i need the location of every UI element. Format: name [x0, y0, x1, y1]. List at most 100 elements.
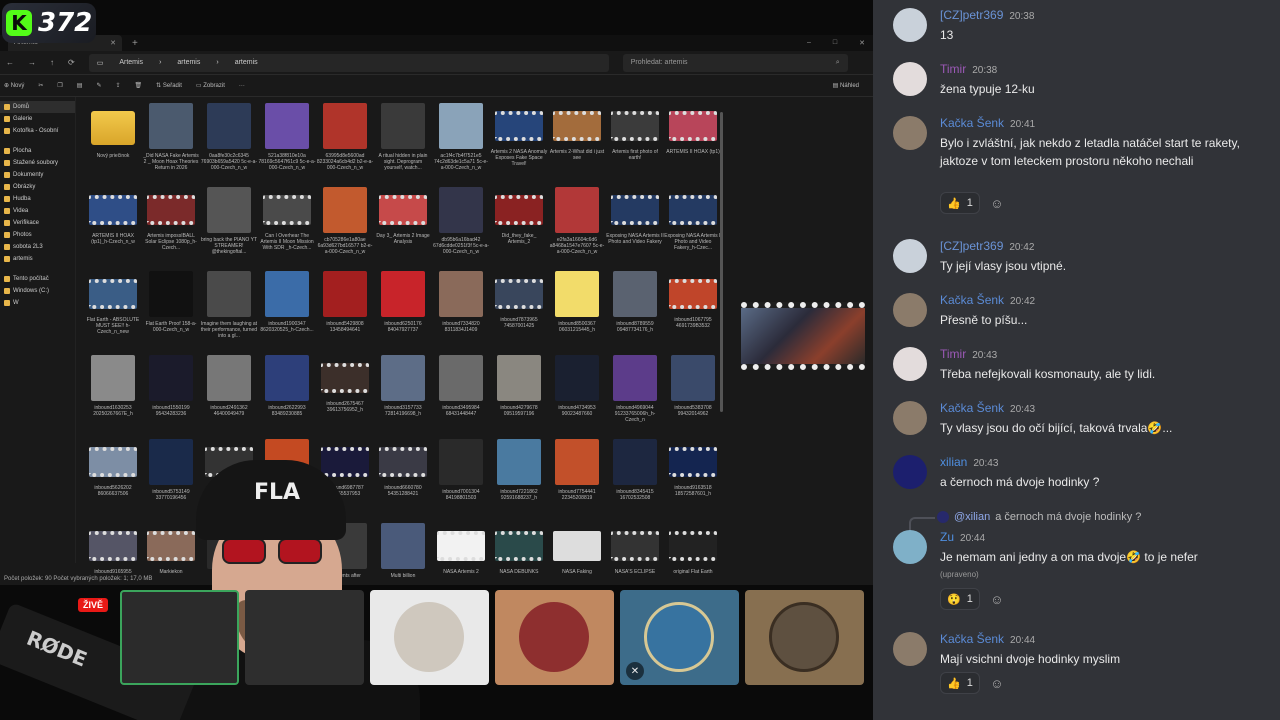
file-item[interactable]: inbound1067795 4691739B3532	[664, 271, 722, 355]
file-item[interactable]: inbound2622993 83489230885	[258, 355, 316, 439]
reaction-pill[interactable]: 👍 1	[940, 192, 980, 214]
copy-icon[interactable]: ❐	[57, 82, 62, 89]
file-item[interactable]: Artemis 2-What did i just see	[548, 103, 606, 187]
file-item[interactable]: inbound1630253 20250267667E_h	[84, 355, 142, 439]
nav-item[interactable]: Plocha	[0, 145, 75, 157]
nav-item[interactable]: W	[0, 297, 75, 309]
avatar[interactable]	[893, 347, 927, 381]
nav-item[interactable]: Hudba	[0, 193, 75, 205]
new-button[interactable]: ⊕ Nový	[4, 82, 24, 89]
reaction-pill[interactable]: 👍 1	[940, 672, 980, 694]
view-button[interactable]: ▭ Zobrazit	[196, 82, 225, 89]
reaction-pill[interactable]: 😲 1	[940, 588, 980, 610]
add-reaction-icon[interactable]: ☺	[986, 588, 1008, 610]
avatar[interactable]	[893, 116, 927, 150]
file-item[interactable]: inbound2491362 46400049479	[200, 355, 258, 439]
nav-item[interactable]: Videa	[0, 205, 75, 217]
reply-preview[interactable]: @xilian a černoch má dvoje hodinky ?	[909, 511, 1141, 531]
file-item[interactable]: inbound4279678 09519597196	[490, 355, 548, 439]
participant-tile[interactable]	[120, 590, 239, 685]
nav-item[interactable]: Dokumenty	[0, 169, 75, 181]
add-reaction-icon[interactable]: ☺	[986, 192, 1008, 214]
nav-item[interactable]: Domů	[0, 101, 75, 113]
file-item[interactable]: inbound3157733 72814196698_h	[374, 355, 432, 439]
file-item[interactable]: Exposing NASA Artemis II Photo and Video…	[606, 187, 664, 271]
nav-item[interactable]: Stažené soubory	[0, 157, 75, 169]
file-item[interactable]: inbound5626202 86066637506	[84, 439, 142, 523]
preview-button[interactable]: ▤ Náhled	[833, 82, 859, 89]
nav-item[interactable]: artemis	[0, 253, 75, 265]
nav-item[interactable]: Photos	[0, 229, 75, 241]
nav-item[interactable]: Kotořka - Osobní	[0, 125, 75, 137]
file-item[interactable]: inbound6250176 84047927737	[374, 271, 432, 355]
username[interactable]: Kačka Šenk	[940, 116, 1004, 130]
up-icon[interactable]: ↑	[50, 58, 54, 67]
avatar[interactable]	[893, 530, 927, 564]
file-item[interactable]: 0aa8fe30c2c6345 76903b659a5420 5c-e-a-00…	[200, 103, 258, 187]
username[interactable]: xilian	[940, 455, 967, 469]
file-item[interactable]: Artemis first photo of earth!	[606, 103, 664, 187]
refresh-icon[interactable]: ⟳	[68, 58, 75, 67]
participant-tile[interactable]	[745, 590, 864, 685]
avatar[interactable]	[893, 239, 927, 273]
delete-icon[interactable]: 🗑	[135, 82, 143, 89]
nav-item[interactable]: Galerie	[0, 113, 75, 125]
reply-user[interactable]: @xilian	[954, 511, 990, 523]
file-item[interactable]: ac1f4c7b4f7521e5 74c2d63de1c5a71 5c-e-a-…	[432, 103, 490, 187]
nav-item[interactable]: Windows (C:)	[0, 285, 75, 297]
avatar[interactable]	[893, 62, 927, 96]
file-item[interactable]: Did_they_fake_ Artemis_2	[490, 187, 548, 271]
rename-icon[interactable]: ✎	[96, 82, 101, 89]
file-item[interactable]: inbound5429808 13458494641	[316, 271, 374, 355]
username[interactable]: [CZ]petr369	[940, 239, 1003, 253]
file-item[interactable]: Can I Overhear The Artemis II Moon Missi…	[258, 187, 316, 271]
file-item[interactable]: Flat Earth - ABSOLUTE MUST SEE!! h-Czech…	[84, 271, 142, 355]
file-item[interactable]: bring back the PIANO YT STREAMER! @theki…	[200, 187, 258, 271]
search-input[interactable]: Prohledat: artemis ⌕	[622, 53, 848, 72]
file-item[interactable]: inbound1550199 95434283236	[142, 355, 200, 439]
participant-tile[interactable]: ✕	[620, 590, 739, 685]
new-tab-icon[interactable]: +	[132, 38, 138, 49]
file-item[interactable]: ARTEMIS II HOAX (tp1)_h-Czech_n_w	[84, 187, 142, 271]
participant-tile[interactable]	[495, 590, 614, 685]
back-icon[interactable]: ←	[6, 58, 14, 67]
file-item[interactable]: Flat Earth Proof 158-a-000-Czech_n_w	[142, 271, 200, 355]
file-item[interactable]: inbound7754441 22345208819	[548, 439, 606, 523]
file-item[interactable]: inbound4734953 90023487660	[548, 355, 606, 439]
file-item[interactable]: Artemis impossIBALL Solar Eclipse 1080p_…	[142, 187, 200, 271]
file-item[interactable]: inbound3495984 68431448447	[432, 355, 490, 439]
avatar[interactable]	[893, 293, 927, 327]
file-item[interactable]: Artemis 2 NASA Anomaly Exposes Fake Spac…	[490, 103, 548, 187]
nav-item[interactable]: Verifikace	[0, 217, 75, 229]
username[interactable]: Kačka Šenk	[940, 401, 1004, 415]
paste-icon[interactable]: ▤	[77, 82, 83, 89]
username[interactable]: Timir	[940, 62, 966, 76]
file-item[interactable]: cb705286e1a80ae 6a93d627bd16577 b2-e-a-0…	[316, 187, 374, 271]
more-icon[interactable]: ···	[239, 83, 245, 89]
nav-item[interactable]: Tento počítač	[0, 273, 75, 285]
file-item[interactable]: A ritual hidden in plain sight. Deprogra…	[374, 103, 432, 187]
scrollbar[interactable]	[720, 112, 723, 412]
participant-tile[interactable]	[245, 590, 364, 685]
close-icon[interactable]: ✕	[110, 39, 116, 47]
nav-item[interactable]: Obrázky	[0, 181, 75, 193]
username[interactable]: Zu	[940, 530, 954, 544]
share-icon[interactable]: ⇪	[116, 82, 121, 89]
forward-icon[interactable]: →	[28, 58, 36, 67]
avatar[interactable]	[893, 455, 927, 489]
file-item[interactable]: _Did NASA Fake Artemis 2 _ Moon Hoax The…	[142, 103, 200, 187]
add-reaction-icon[interactable]: ☺	[986, 672, 1008, 694]
breadcrumb-item[interactable]: artemis	[235, 59, 258, 66]
file-item[interactable]: 63995d8e5600ad 8233024a6cb4d2 b2-e-a-000…	[316, 103, 374, 187]
file-item[interactable]: inbound7221862 92591688237_h	[490, 439, 548, 523]
file-item[interactable]: inbound6660780 54351288421	[374, 439, 432, 523]
breadcrumb[interactable]: ▭ Artemis › artemis › artemis	[88, 53, 609, 72]
file-item[interactable]: inbound7334820 8311834J1409	[432, 271, 490, 355]
participant-tile[interactable]	[370, 590, 489, 685]
file-item[interactable]: 521a38f810e10a 78169c5647f61c9 5c-e-a-00…	[258, 103, 316, 187]
nav-item[interactable]: sobota 2L3	[0, 241, 75, 253]
file-item[interactable]: Nový priečinok	[84, 103, 142, 187]
username[interactable]: Kačka Šenk	[940, 293, 1004, 307]
file-item[interactable]: ARTEMIS II HOAX (tp1)	[664, 103, 722, 187]
close-window-icon[interactable]: ✕	[859, 39, 865, 47]
